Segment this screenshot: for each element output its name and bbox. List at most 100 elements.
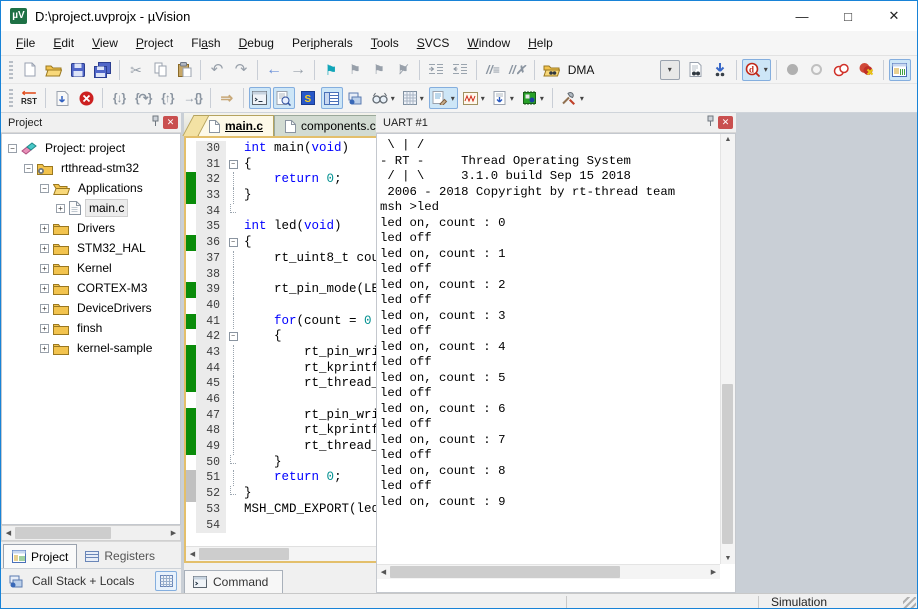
run-to-cursor-button[interactable]: →{} xyxy=(180,87,204,109)
collapse-icon[interactable]: − xyxy=(24,164,33,173)
menu-flash[interactable]: Flash xyxy=(182,33,229,53)
tree-item-rtthread-stm32[interactable]: −rtthread-stm32 xyxy=(2,158,180,178)
system-viewer-button[interactable]: ▾ xyxy=(490,87,517,109)
registers-window-button[interactable] xyxy=(321,87,343,109)
cut-button[interactable]: ✂ xyxy=(125,59,147,81)
scroll-thumb[interactable] xyxy=(390,566,620,578)
uart-hscrollbar[interactable]: ◀ ▶ xyxy=(377,564,720,579)
menu-peripherals[interactable]: Peripherals xyxy=(283,33,362,53)
lookup-button[interactable]: d▾ xyxy=(742,59,771,81)
collapse-icon[interactable]: − xyxy=(40,184,49,193)
unindent-button[interactable] xyxy=(449,59,471,81)
scroll-thumb[interactable] xyxy=(15,527,111,539)
resize-grip[interactable] xyxy=(903,597,916,609)
tree-item-cortex-m3[interactable]: +CORTEX-M3 xyxy=(2,278,180,298)
project-window-toggle-button[interactable] xyxy=(889,59,911,81)
step-over-button[interactable]: {↷} xyxy=(132,87,154,109)
logic-analyzer-button[interactable]: ▾ xyxy=(460,87,488,109)
scroll-right-icon[interactable]: ▶ xyxy=(707,568,720,576)
search-combo[interactable]: DMA▾ xyxy=(568,60,680,80)
indent-button[interactable] xyxy=(425,59,447,81)
tree-item-drivers[interactable]: +Drivers xyxy=(2,218,180,238)
scroll-left-icon[interactable]: ◀ xyxy=(186,550,199,558)
expand-icon[interactable]: + xyxy=(40,264,49,273)
call-stack-window-button[interactable] xyxy=(345,87,367,109)
scroll-up-icon[interactable]: ▲ xyxy=(721,136,735,143)
expand-icon[interactable]: + xyxy=(56,204,65,213)
toggle-bookmark-button[interactable]: ⚑ xyxy=(320,59,342,81)
expand-icon[interactable]: + xyxy=(40,324,49,333)
disassembly-window-button[interactable] xyxy=(273,87,295,109)
menu-view[interactable]: View xyxy=(83,33,127,53)
project-panel-close-icon[interactable]: ✕ xyxy=(163,116,178,129)
reset-cpu-button[interactable]: ⟵RST xyxy=(18,87,40,109)
redo-button[interactable]: ↷ xyxy=(230,59,252,81)
pin-icon[interactable] xyxy=(706,115,715,130)
scroll-thumb[interactable] xyxy=(199,548,289,560)
run-button[interactable] xyxy=(51,87,73,109)
menu-window[interactable]: Window xyxy=(458,33,519,53)
expand-icon[interactable]: + xyxy=(40,344,49,353)
tree-item-finsh[interactable]: +finsh xyxy=(2,318,180,338)
step-out-button[interactable]: {↑} xyxy=(156,87,178,109)
tab-main-c[interactable]: main.c xyxy=(198,115,274,136)
toolbox-button[interactable]: ▾ xyxy=(558,87,587,109)
clear-all-bookmarks-button[interactable]: ⚑̸ xyxy=(392,59,414,81)
step-button[interactable]: {↓} xyxy=(108,87,130,109)
menu-debug[interactable]: Debug xyxy=(230,33,283,53)
tab-components-c[interactable]: components.c xyxy=(274,115,387,136)
symbol-window-button[interactable]: S xyxy=(297,87,319,109)
close-button[interactable]: ✕ xyxy=(871,1,917,31)
serial-windows-button[interactable]: ▾ xyxy=(429,87,458,109)
menu-tools[interactable]: Tools xyxy=(362,33,408,53)
save-button[interactable] xyxy=(67,59,89,81)
search-combo-dropdown-icon[interactable]: ▾ xyxy=(660,60,680,80)
menu-svcs[interactable]: SVCS xyxy=(408,33,459,53)
scroll-left-icon[interactable]: ◀ xyxy=(2,529,15,537)
toolbar-grip[interactable] xyxy=(9,89,13,107)
insert-remove-breakpoint-button[interactable] xyxy=(782,59,804,81)
menu-file[interactable]: File xyxy=(7,33,44,53)
tree-item-applications[interactable]: −Applications xyxy=(2,178,180,198)
tree-item-main-c[interactable]: +main.c xyxy=(2,198,180,218)
tab-project[interactable]: Project xyxy=(3,544,77,568)
comment-selection-button[interactable]: //≡ xyxy=(482,59,504,81)
paste-button[interactable] xyxy=(173,59,195,81)
fold-gutter[interactable]: − xyxy=(226,235,240,251)
uncomment-selection-button[interactable]: //✗ xyxy=(506,59,529,81)
call-stack-bar[interactable]: Call Stack + Locals xyxy=(1,568,181,593)
menu-project[interactable]: Project xyxy=(127,33,182,53)
minimize-button[interactable]: — xyxy=(779,1,825,31)
tab-command[interactable]: Command xyxy=(184,570,283,593)
tab-registers[interactable]: Registers xyxy=(77,544,163,568)
find-in-files-button[interactable] xyxy=(540,59,563,81)
previous-bookmark-button[interactable]: ⚑ xyxy=(344,59,366,81)
menu-help[interactable]: Help xyxy=(519,33,562,53)
maximize-button[interactable]: □ xyxy=(825,1,871,31)
tree-item-kernel-sample[interactable]: +kernel-sample xyxy=(2,338,180,358)
next-bookmark-button[interactable]: ⚑ xyxy=(368,59,390,81)
show-next-statement-button[interactable]: ⇒ xyxy=(216,87,238,109)
copy-button[interactable] xyxy=(149,59,171,81)
scroll-thumb[interactable] xyxy=(722,384,733,544)
enable-disable-breakpoint-button[interactable] xyxy=(806,59,828,81)
disable-all-breakpoints-button[interactable] xyxy=(830,59,853,81)
undo-button[interactable]: ↶ xyxy=(206,59,228,81)
uart-panel-close-icon[interactable]: ✕ xyxy=(718,116,733,129)
watch-window-button[interactable]: ▾ xyxy=(369,87,398,109)
navigate-back-button[interactable]: ← xyxy=(263,59,285,81)
project-tree-hscrollbar[interactable]: ◀ ▶ xyxy=(1,525,181,541)
toolbar-grip[interactable] xyxy=(9,61,13,79)
menu-edit[interactable]: Edit xyxy=(44,33,83,53)
scroll-right-icon[interactable]: ▶ xyxy=(167,529,180,537)
command-window-button[interactable] xyxy=(249,87,271,109)
fold-gutter[interactable]: − xyxy=(226,329,240,345)
memory-window-button[interactable]: ▾ xyxy=(400,87,427,109)
expand-icon[interactable]: + xyxy=(40,244,49,253)
pin-icon[interactable] xyxy=(151,115,160,130)
peripheral-dialog-button[interactable]: ▾ xyxy=(519,87,547,109)
collapse-icon[interactable]: − xyxy=(8,144,17,153)
tree-item-devicedrivers[interactable]: +DeviceDrivers xyxy=(2,298,180,318)
scroll-down-icon[interactable]: ▼ xyxy=(721,555,735,562)
expand-icon[interactable]: + xyxy=(40,224,49,233)
